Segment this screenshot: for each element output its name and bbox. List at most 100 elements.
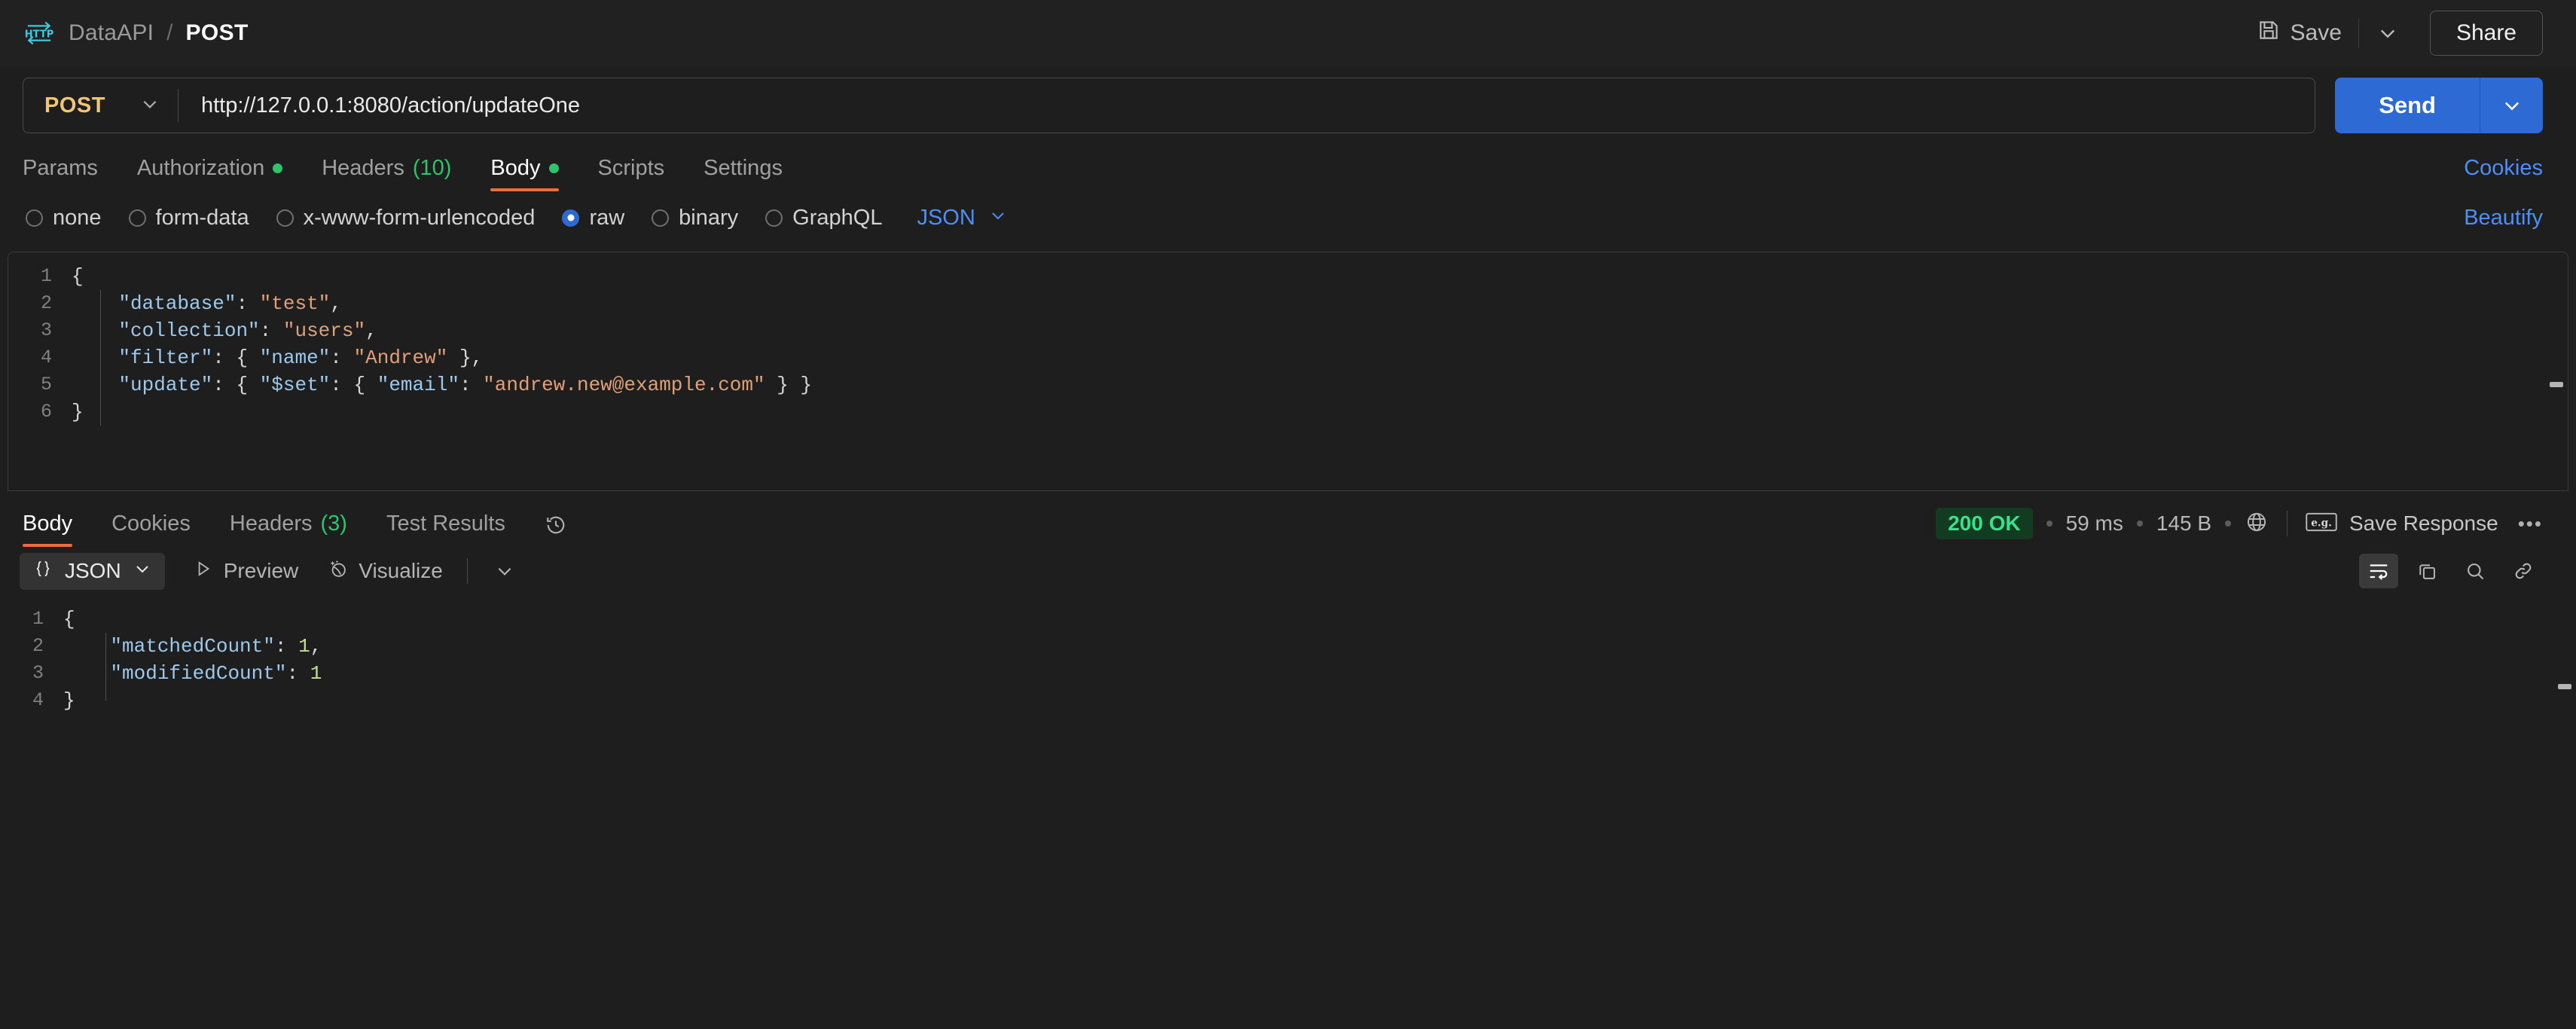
line-number: 6	[40, 401, 52, 423]
svg-text:e.g.: e.g.	[2311, 517, 2332, 529]
globe-icon[interactable]	[2245, 510, 2269, 538]
example-eg-icon[interactable]: e.g.	[2306, 511, 2337, 537]
play-triangle-icon	[194, 559, 213, 584]
tab-scripts[interactable]: Scripts	[598, 156, 665, 191]
beautify-button[interactable]: Beautify	[2464, 206, 2543, 231]
status-badge: 200 OK	[1936, 508, 2033, 539]
response-history-clock-history-icon[interactable]	[545, 514, 567, 547]
editor-scroll-marker[interactable]	[2558, 684, 2571, 689]
search-icon[interactable]	[2455, 554, 2495, 588]
tab-count: (10)	[412, 156, 452, 180]
save-response-button[interactable]: Save Response	[2349, 511, 2498, 536]
svg-text:HTTP: HTTP	[25, 29, 54, 41]
status-dot	[548, 163, 559, 173]
response-format-select[interactable]: JSON	[20, 552, 165, 590]
body-format-label: JSON	[917, 205, 975, 230]
response-body-editor[interactable]: 1{2 "matchedCount": 1, 3 "modifiedCount":…	[0, 595, 2576, 972]
body-type-label: x-www-form-urlencoded	[303, 205, 536, 230]
tab-body[interactable]: Body	[490, 156, 559, 191]
body-type-label: form-data	[155, 205, 249, 230]
url-bar: POST	[23, 78, 2316, 133]
response-tab-headers[interactable]: Headers (3)	[230, 511, 347, 547]
line-number: 4	[40, 347, 52, 368]
line-number: 1	[32, 608, 44, 630]
separator-dot	[2046, 521, 2053, 527]
link-icon[interactable]	[2504, 554, 2543, 588]
request-tabs: Params Authorization Headers (10) Body S…	[0, 145, 2576, 191]
method-select[interactable]: POST	[23, 78, 178, 133]
code-line: 1{	[0, 606, 2576, 633]
body-type-label: GraphQL	[792, 205, 883, 230]
response-tab-body[interactable]: Body	[23, 511, 73, 547]
tab-label: Headers	[229, 511, 313, 536]
divider	[2358, 18, 2359, 48]
cookies-link[interactable]: Cookies	[2464, 156, 2543, 191]
more-options-icon[interactable]: •••	[2518, 512, 2543, 536]
send-options-chevron-down-icon[interactable]	[2480, 78, 2543, 133]
save-button[interactable]: Save	[2247, 11, 2355, 55]
body-type-form-data[interactable]: form-data	[128, 205, 249, 231]
body-type-graphql[interactable]: GraphQL	[765, 206, 882, 231]
breadcrumb-request-name: POST	[185, 20, 249, 45]
indent-guide	[105, 633, 106, 701]
radio-icon	[276, 209, 294, 227]
body-type-x-www-form-urlencoded[interactable]: x-www-form-urlencoded	[276, 205, 536, 231]
body-format-select[interactable]: JSON	[917, 206, 1006, 231]
breadcrumb-collection[interactable]: DataAPI	[69, 20, 154, 46]
response-toolbar: JSON Preview Visualize	[0, 547, 2576, 595]
visualize-options-chevron-down-icon[interactable]	[495, 561, 514, 581]
body-type-raw[interactable]: raw	[562, 206, 624, 231]
method-label: POST	[44, 93, 105, 118]
code-text: "collection": "users",	[118, 319, 377, 342]
code-line: 4 "filter": { "name": "Andrew" },	[8, 344, 2568, 371]
tab-label: Scripts	[597, 156, 665, 180]
code-line: 6}	[8, 398, 2568, 426]
divider	[2287, 511, 2288, 536]
preview-button[interactable]: Preview	[194, 559, 299, 584]
preview-label: Preview	[223, 559, 299, 582]
tab-label: Test Results	[386, 511, 505, 536]
visualize-button[interactable]: Visualize	[327, 558, 443, 585]
tab-settings[interactable]: Settings	[704, 156, 783, 191]
body-type-binary[interactable]: binary	[652, 206, 738, 231]
send-button[interactable]: Send	[2335, 78, 2480, 133]
share-button[interactable]: Share	[2429, 11, 2543, 56]
response-tab-test-results[interactable]: Test Results	[386, 511, 505, 547]
response-tabs: Body Cookies Headers (3) Test Results 20…	[0, 497, 2576, 547]
top-bar: HTTP DataAPI / POST Save Share	[0, 0, 2576, 66]
save-options-chevron-down-icon[interactable]	[2362, 14, 2413, 53]
line-number: 3	[32, 662, 44, 684]
tab-authorization[interactable]: Authorization	[137, 156, 283, 191]
body-type-none[interactable]: none	[26, 206, 102, 231]
tab-count: (3)	[320, 511, 347, 536]
radio-icon	[26, 209, 43, 227]
tab-params[interactable]: Params	[23, 156, 98, 191]
tab-headers[interactable]: Headers (10)	[322, 156, 451, 191]
copy-icon[interactable]	[2407, 554, 2446, 588]
send-button-group: Send	[2335, 78, 2543, 133]
code-line: 4}	[0, 687, 2576, 714]
top-bar-actions: Save Share	[2247, 11, 2543, 56]
save-label: Save	[2290, 20, 2342, 45]
response-meta: 200 OK 59 ms 145 B e.g. Save Response ••…	[1936, 508, 2543, 547]
chevron-down-icon	[133, 559, 151, 583]
code-line: 2 "database": "test",	[8, 290, 2568, 317]
response-tab-cookies[interactable]: Cookies	[111, 511, 191, 547]
code-text: "database": "test",	[118, 292, 342, 315]
code-line: 5 "update": { "$set": { "email": "andrew…	[8, 371, 2568, 398]
editor-scroll-marker[interactable]	[2550, 382, 2563, 387]
chevron-down-icon	[989, 206, 1007, 231]
line-number: 1	[40, 265, 52, 287]
code-line: 3 "collection": "users",	[8, 317, 2568, 344]
tab-label: Headers	[322, 156, 404, 180]
code-text: }	[72, 401, 84, 423]
code-text: }	[63, 689, 75, 712]
request-code-lines: 1{2 "database": "test", 3 "collection": "…	[8, 252, 2568, 426]
code-text: "matchedCount": 1,	[110, 635, 322, 658]
code-text: "update": { "$set": { "email": "andrew.n…	[118, 374, 813, 396]
url-input[interactable]	[178, 78, 2315, 133]
tab-label: Body	[23, 511, 73, 536]
body-type-label: none	[53, 205, 102, 230]
request-body-editor[interactable]: 1{2 "database": "test", 3 "collection": "…	[8, 252, 2568, 491]
word-wrap-icon[interactable]	[2359, 554, 2398, 588]
